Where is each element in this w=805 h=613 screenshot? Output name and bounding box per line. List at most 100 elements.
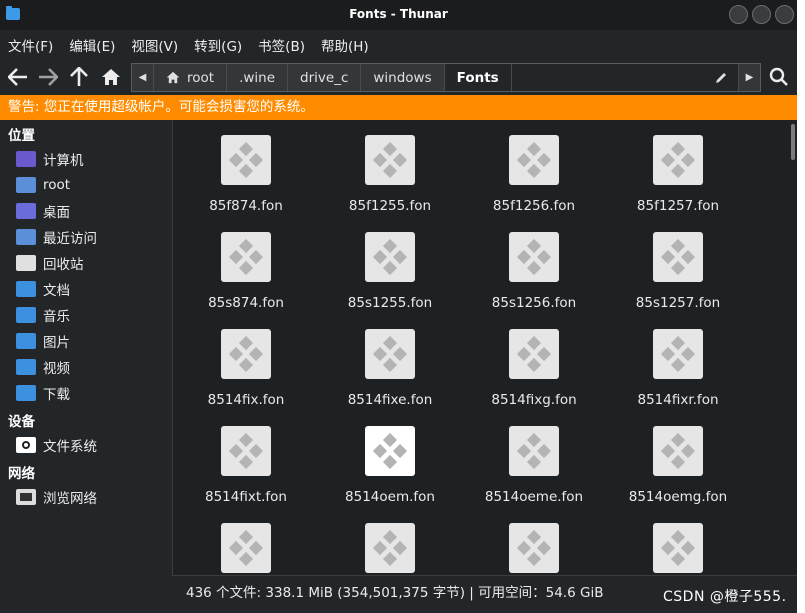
breadcrumb-fonts[interactable]: Fonts (444, 64, 512, 91)
font-file-icon (653, 426, 703, 476)
computer-icon (16, 151, 36, 167)
documents-folder-icon (16, 281, 36, 297)
breadcrumb-drive-c[interactable]: drive_c (288, 64, 362, 91)
file-name: 8514fixg.fon (491, 392, 577, 408)
menu-bookmarks[interactable]: 书签(B) (258, 35, 305, 55)
home-icon (102, 69, 120, 85)
window-title: Fonts - Thunar (349, 7, 448, 21)
sidebar-item-label: 最近访问 (43, 231, 97, 247)
breadcrumb-label: drive_c (300, 69, 349, 86)
minimize-button[interactable] (729, 5, 748, 24)
title-bar[interactable]: Fonts - Thunar (0, 0, 797, 30)
menu-view[interactable]: 视图(V) (131, 35, 178, 55)
file-item[interactable]: 85s874.fon (174, 232, 318, 311)
sidebar-item-browse-network[interactable]: 浏览网络 (0, 484, 172, 510)
breadcrumb-label: windows (373, 69, 432, 86)
file-item[interactable]: 8514oemg.fon (606, 426, 750, 505)
font-file-icon (653, 523, 703, 573)
file-item[interactable]: 8514fixr.fon (606, 329, 750, 408)
file-name: 8514fix.fon (207, 392, 285, 408)
back-button[interactable] (6, 65, 30, 89)
file-item[interactable]: 85f874.fon (174, 135, 318, 214)
file-name: 85s1257.fon (635, 295, 721, 311)
sidebar-item-2[interactable]: 桌面 (0, 198, 172, 224)
font-file-icon (653, 329, 703, 379)
downloads-folder-icon (16, 385, 36, 401)
sidebar-item-0[interactable]: 计算机 (0, 146, 172, 172)
filesystem-icon (16, 437, 36, 453)
file-name: 85s874.fon (208, 295, 284, 311)
close-button[interactable] (775, 5, 794, 24)
file-name: 8514oemg.fon (628, 489, 728, 505)
path-empty-area[interactable] (511, 64, 738, 91)
breadcrumb-wine[interactable]: .wine (227, 64, 289, 91)
videos-folder-icon (16, 359, 36, 375)
sidebar-item-label: 浏览网络 (43, 491, 97, 507)
menu-file[interactable]: 文件(F) (8, 35, 53, 55)
path-scroll-right[interactable]: ▶ (738, 64, 760, 91)
font-file-icon (221, 426, 271, 476)
pencil-icon[interactable] (714, 71, 728, 85)
watermark: CSDN @橙子555. (663, 589, 787, 605)
file-item[interactable]: 8514oeme.fon (462, 426, 606, 505)
scrollbar-thumb[interactable] (791, 124, 795, 160)
search-button[interactable] (767, 65, 791, 89)
sidebar-item-label: 文件系统 (43, 439, 97, 455)
file-item[interactable]: 85f1255.fon (318, 135, 462, 214)
sidebar-item-1[interactable]: root (0, 172, 172, 198)
file-name: 85f874.fon (209, 198, 283, 214)
menu-go[interactable]: 转到(G) (194, 35, 242, 55)
arrow-right-icon (39, 68, 58, 86)
menu-help[interactable]: 帮助(H) (321, 35, 369, 55)
network-heading: 网络 (8, 466, 35, 482)
font-file-icon (509, 523, 559, 573)
sidebar-item-9[interactable]: 下载 (0, 380, 172, 406)
file-item[interactable]: 85f1256.fon (462, 135, 606, 214)
file-name: 8514fixt.fon (204, 489, 287, 505)
sidebar-item-7[interactable]: 图片 (0, 328, 172, 354)
path-scroll-left[interactable]: ◀ (132, 64, 154, 91)
sidebar-item-8[interactable]: 视频 (0, 354, 172, 380)
breadcrumb-windows[interactable]: windows (361, 64, 445, 91)
places-heading: 位置 (8, 128, 35, 144)
sidebar-item-label: 计算机 (43, 153, 84, 169)
file-name: 8514fixr.fon (637, 392, 719, 408)
sidebar-item-label: root (43, 177, 71, 193)
menu-edit[interactable]: 编辑(E) (69, 35, 115, 55)
file-item[interactable] (606, 523, 750, 575)
file-item[interactable] (174, 523, 318, 575)
file-item[interactable]: 8514fixt.fon (174, 426, 318, 505)
font-file-icon (509, 426, 559, 476)
sidebar-item-6[interactable]: 音乐 (0, 302, 172, 328)
file-item[interactable]: 8514fixe.fon (318, 329, 462, 408)
file-item[interactable]: 85f1257.fon (606, 135, 750, 214)
file-item[interactable]: 85s1255.fon (318, 232, 462, 311)
file-item[interactable]: 8514oem.fon (318, 426, 462, 505)
home-folder-icon (16, 177, 36, 193)
file-item[interactable]: 85s1256.fon (462, 232, 606, 311)
devices-heading: 设备 (8, 414, 35, 430)
file-item[interactable]: 8514fixg.fon (462, 329, 606, 408)
file-item[interactable]: 85s1257.fon (606, 232, 750, 311)
sidebar-item-label: 桌面 (43, 205, 70, 221)
file-item[interactable] (462, 523, 606, 575)
sidebar-item-4[interactable]: 回收站 (0, 250, 172, 276)
sidebar-item-filesystem[interactable]: 文件系统 (0, 432, 172, 458)
maximize-button[interactable] (752, 5, 771, 24)
up-button[interactable] (67, 65, 91, 89)
breadcrumb-label: Fonts (456, 69, 499, 86)
sidebar-item-label: 图片 (43, 335, 70, 351)
home-button[interactable] (99, 65, 123, 89)
sidebar-item-5[interactable]: 文档 (0, 276, 172, 302)
file-name: 8514oeme.fon (484, 489, 584, 505)
sidebar-item-3[interactable]: 最近访问 (0, 224, 172, 250)
file-item[interactable]: 8514fix.fon (174, 329, 318, 408)
file-item[interactable] (318, 523, 462, 575)
sidebar-item-label: 视频 (43, 361, 70, 377)
sidebar-item-label: 音乐 (43, 309, 70, 325)
pictures-folder-icon (16, 333, 36, 349)
forward-button[interactable] (36, 65, 60, 89)
file-view[interactable]: 85f874.fon 85f1255.fon 85f1256.fon 85f1257.… (172, 120, 797, 575)
breadcrumb-root[interactable]: root (154, 64, 228, 91)
breadcrumb-label: root (187, 69, 215, 86)
